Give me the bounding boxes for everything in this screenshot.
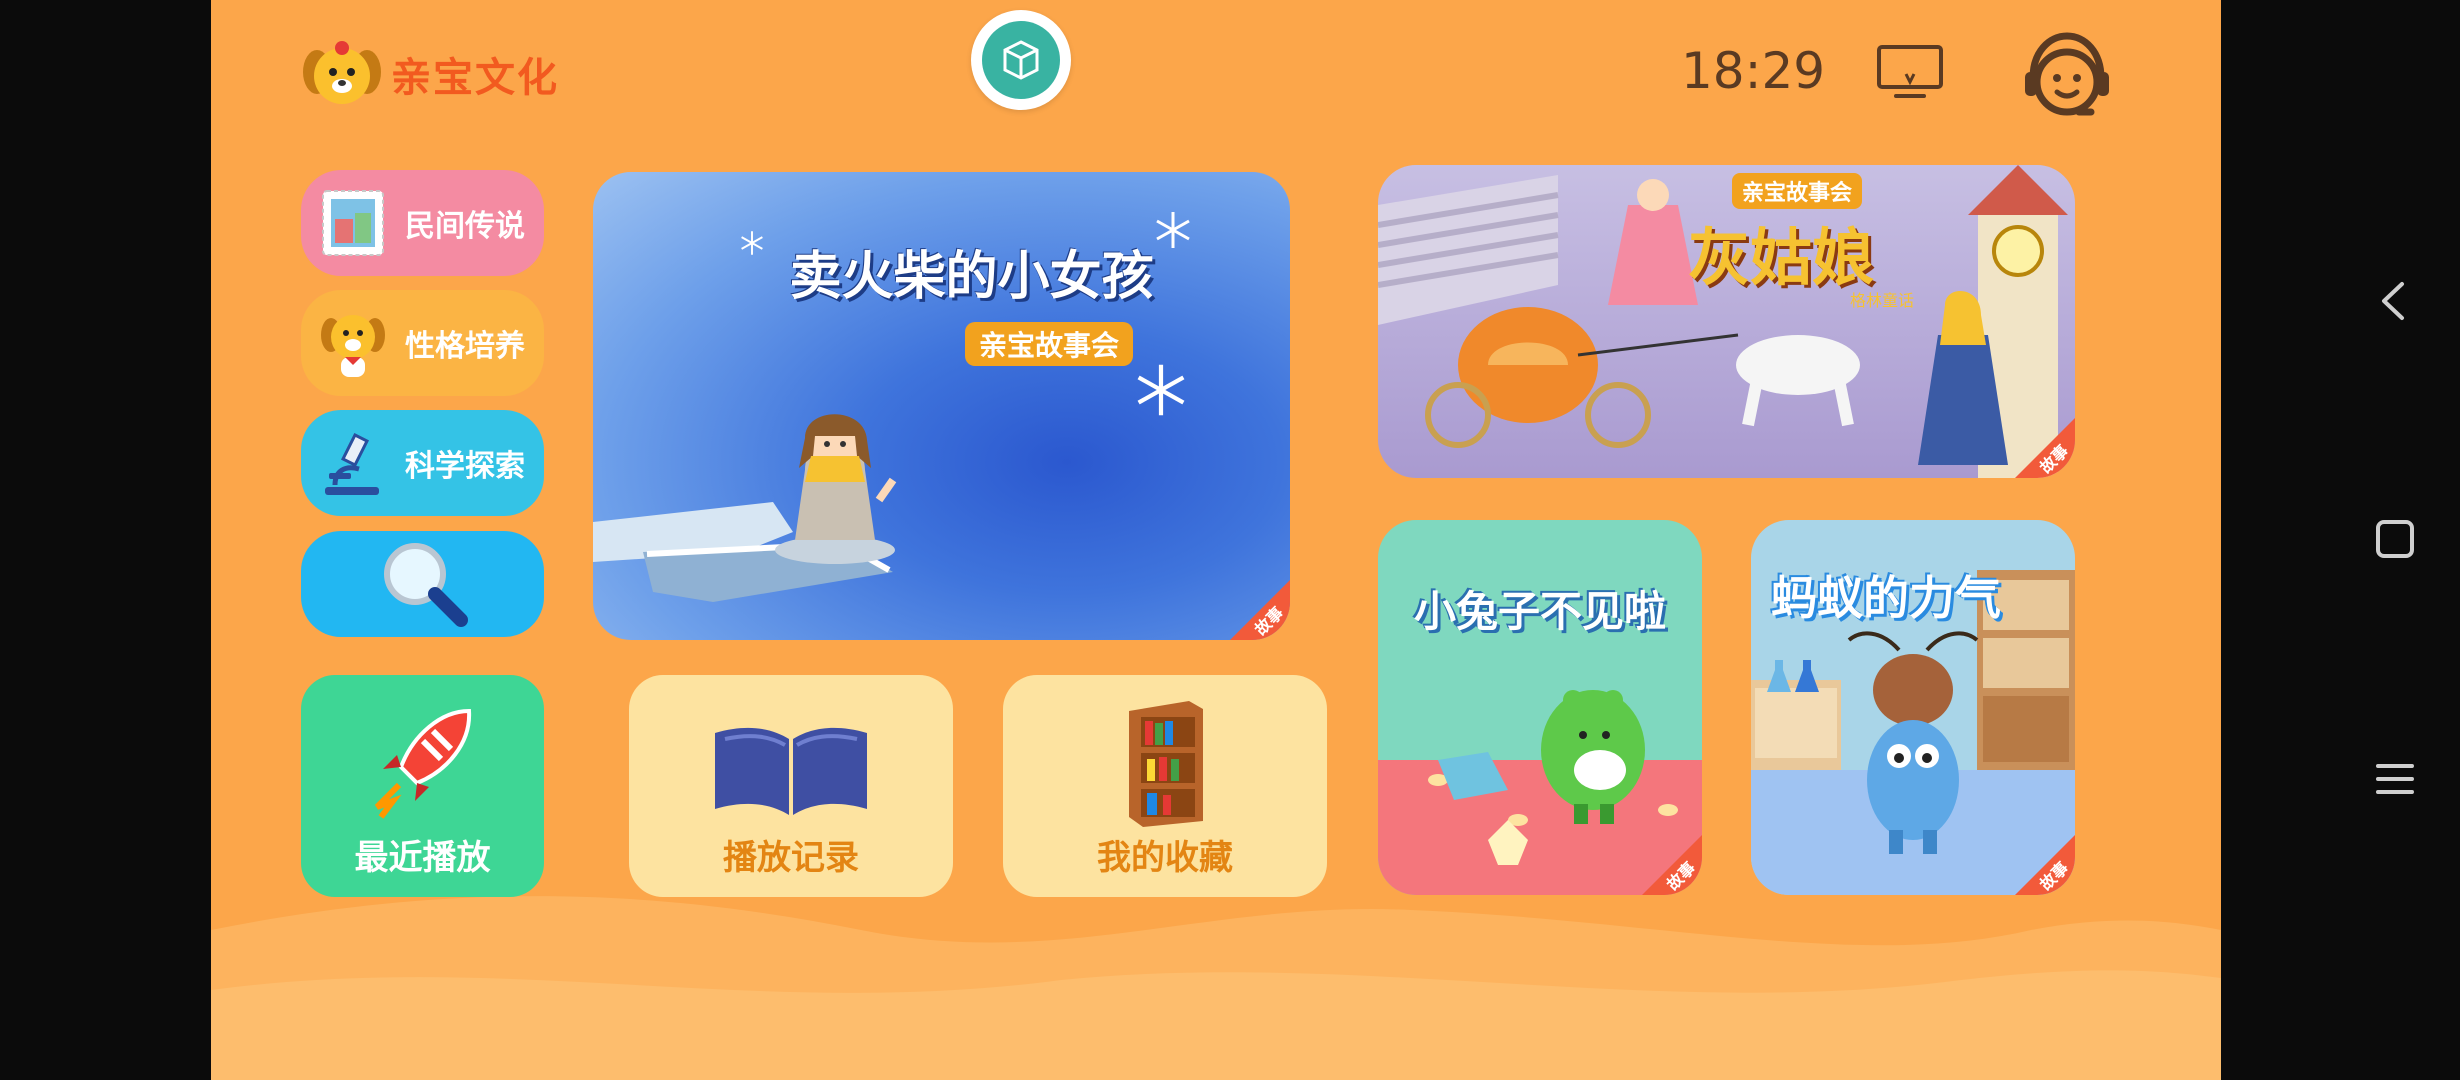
- story-card-ant[interactable]: 蚂蚁的力气 故事: [1751, 520, 2075, 895]
- search-button[interactable]: [301, 531, 544, 637]
- category-label: 科学探索: [405, 449, 525, 484]
- recent-play-button[interactable]: 最近播放: [301, 675, 544, 897]
- story-series: 亲宝故事会: [965, 322, 1134, 366]
- category-label: 民间传说: [405, 209, 525, 244]
- back-icon[interactable]: [2370, 276, 2420, 326]
- book-icon: [715, 727, 867, 815]
- bookshelf-icon: [1129, 701, 1203, 827]
- rocket-icon: [374, 708, 472, 819]
- cube-icon: [1003, 40, 1039, 80]
- clock: 18:29: [1681, 42, 1826, 100]
- brand-logo: 亲宝文化: [299, 38, 559, 110]
- story-title: 小兔子不见啦: [1413, 587, 1666, 636]
- story-card-rabbit[interactable]: 小兔子不见啦 故事: [1378, 520, 1702, 895]
- snowflake-icon: [1137, 364, 1185, 416]
- brand-name: 亲宝文化: [391, 55, 559, 101]
- menu-icon[interactable]: [2370, 754, 2420, 804]
- story-title: 卖火柴的小女孩: [789, 246, 1154, 307]
- customer-service-icon[interactable]: [2019, 28, 2115, 124]
- category-character[interactable]: 性格培养: [301, 290, 544, 396]
- category-science[interactable]: 科学探索: [301, 410, 544, 516]
- story-tag-badge: 故事: [1642, 835, 1702, 895]
- play-history-label: 播放记录: [723, 838, 859, 878]
- puppy-logo-icon: [303, 41, 381, 104]
- story-tag-badge: 故事: [1230, 580, 1290, 640]
- girl-illustration: [775, 414, 897, 564]
- device-screen: 亲宝文化 18:29 民间传说 性格培养 科学探索 最近播放 播放记录 我的收藏…: [0, 0, 2460, 1080]
- puppy-icon: [321, 315, 385, 377]
- story-subtitle: 格林童话: [1850, 291, 1915, 310]
- category-label: 性格培养: [405, 329, 525, 364]
- category-folk-legends[interactable]: 民间传说: [301, 170, 544, 276]
- tv-icon[interactable]: [1876, 44, 1944, 100]
- favorites-button[interactable]: 我的收藏: [1003, 675, 1327, 897]
- app-container: 亲宝文化 18:29 民间传说 性格培养 科学探索 最近播放 播放记录 我的收藏…: [211, 0, 2221, 1080]
- favorites-label: 我的收藏: [1097, 838, 1233, 878]
- search-icon: [383, 543, 468, 627]
- story-card-cinderella[interactable]: 亲宝故事会 灰姑娘 格林童话 故事: [1378, 165, 2075, 478]
- stamp-icon: [322, 190, 384, 256]
- system-nav-bar: [2221, 0, 2460, 1080]
- play-history-button[interactable]: 播放记录: [629, 675, 953, 897]
- home-icon[interactable]: [2370, 514, 2420, 564]
- microscope-icon: [325, 432, 379, 495]
- story-series: 亲宝故事会: [1732, 173, 1863, 209]
- center-cube-button[interactable]: [971, 10, 1071, 110]
- story-tag-badge: 故事: [2015, 835, 2075, 895]
- story-tag-badge: 故事: [2015, 418, 2075, 478]
- story-title: 蚂蚁的力气: [1771, 571, 2001, 625]
- story-title: 灰姑娘: [1688, 221, 1875, 294]
- story-card-match-girl[interactable]: 卖火柴的小女孩 亲宝故事会 故事: [593, 172, 1290, 640]
- recent-label: 最近播放: [354, 838, 491, 878]
